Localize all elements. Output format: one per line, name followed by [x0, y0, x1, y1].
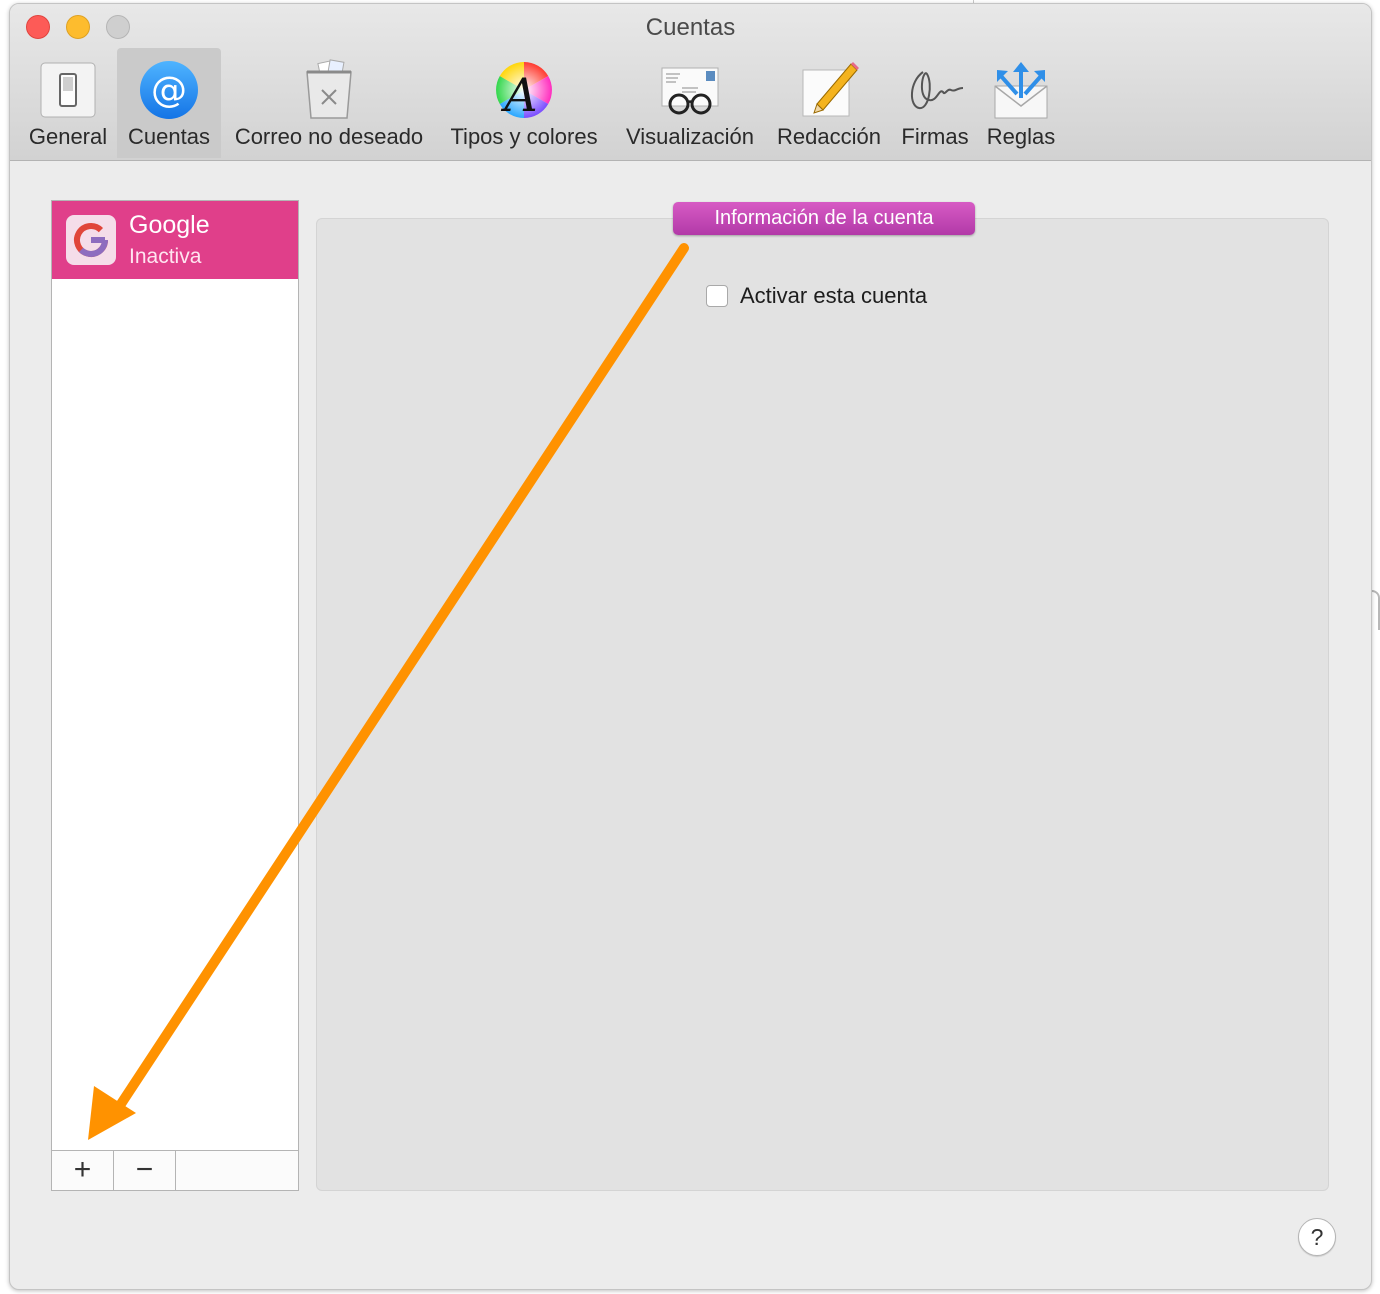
tab-general[interactable]: General — [18, 48, 118, 158]
account-info-panel — [316, 218, 1329, 1191]
junk-trash-icon — [306, 59, 352, 119]
tab-correo-no-deseado-label: Correo no deseado — [234, 124, 424, 149]
tab-visualizacion[interactable]: Visualización — [614, 48, 766, 158]
window-title: Cuentas — [645, 14, 736, 41]
pencil-paper-icon — [802, 62, 859, 117]
svg-text:A: A — [500, 68, 537, 122]
toolbar: Cuentas General @ Cuentas Correo no dese… — [10, 4, 1371, 161]
tab-cuentas-label: Cuentas — [128, 124, 210, 149]
svg-text:@: @ — [151, 70, 187, 111]
help-button[interactable]: ? — [1298, 1218, 1336, 1256]
tab-correo-no-deseado[interactable]: Correo no deseado — [226, 48, 432, 158]
tab-general-label: General — [28, 124, 108, 149]
tab-firmas[interactable]: Firmas — [894, 48, 976, 158]
add-account-button[interactable]: + — [52, 1151, 114, 1190]
tab-informacion-de-la-cuenta[interactable]: Información de la cuenta — [673, 202, 975, 235]
tab-tipos-y-colores[interactable]: A Tipos y colores — [440, 48, 608, 158]
background-edge — [1372, 590, 1380, 630]
tab-reglas-label: Reglas — [986, 124, 1056, 149]
envelope-glasses-icon — [661, 67, 719, 115]
enable-account-checkbox[interactable] — [706, 285, 728, 307]
account-name: Google — [129, 211, 210, 239]
tab-redaccion[interactable]: Redacción — [772, 48, 886, 158]
envelope-arrows-icon — [994, 62, 1048, 119]
account-row-google[interactable]: Google Inactiva — [52, 201, 298, 279]
tab-firmas-label: Firmas — [901, 124, 969, 149]
accounts-list: Google Inactiva + − — [51, 200, 299, 1191]
account-status: Inactiva — [129, 245, 202, 268]
tab-reglas[interactable]: Reglas — [982, 48, 1060, 158]
at-sign-icon: @ — [140, 61, 198, 119]
tab-visualizacion-label: Visualización — [625, 124, 754, 149]
enable-account-label[interactable]: Activar esta cuenta — [740, 283, 927, 309]
font-color-wheel-icon: A — [496, 62, 552, 122]
accounts-list-toolbar: + − — [52, 1150, 298, 1190]
google-icon — [66, 215, 116, 265]
tab-tipos-y-colores-label: Tipos y colores — [450, 124, 598, 149]
tab-cuentas[interactable]: @ Cuentas — [117, 48, 221, 158]
remove-account-button[interactable]: − — [114, 1151, 176, 1190]
signature-icon — [911, 71, 964, 109]
tab-redaccion-label: Redacción — [777, 124, 881, 149]
preferences-window: Cuentas General @ Cuentas Correo no dese… — [9, 3, 1372, 1290]
general-switch-icon — [40, 62, 96, 118]
